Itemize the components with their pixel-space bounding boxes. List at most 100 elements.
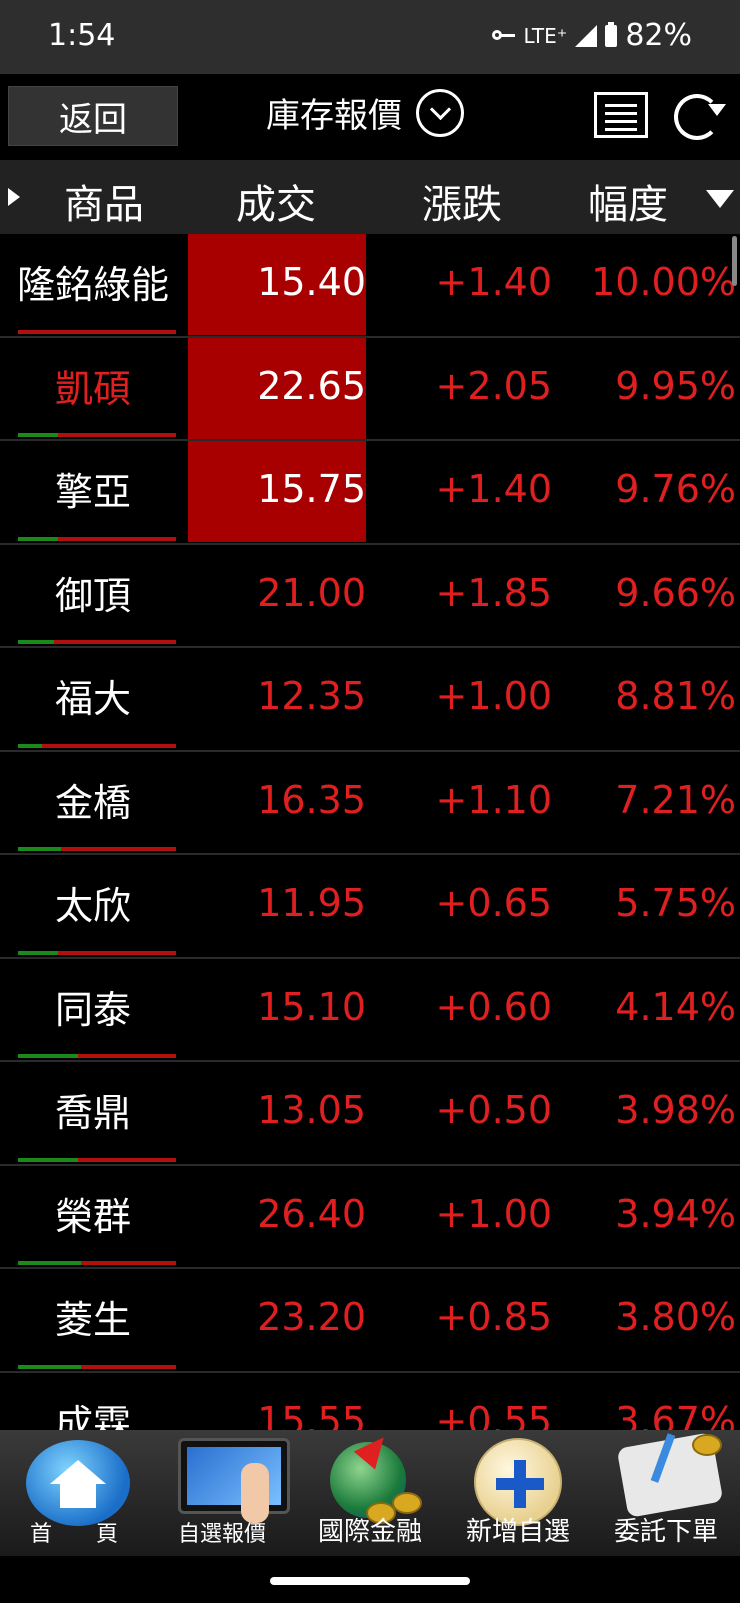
quote-row[interactable]: 福大 12.35 +1.00 8.81% (0, 648, 740, 752)
expand-arrow-icon[interactable] (8, 188, 20, 206)
battery-icon (605, 21, 618, 47)
stock-percent: 9.95% (615, 363, 736, 408)
quote-row[interactable]: 太欣 11.95 +0.65 5.75% (0, 855, 740, 959)
column-header: 商品 成交 漲跌 幅度 (0, 160, 740, 234)
bid-ask-bar (18, 743, 176, 748)
nav-add-watchlist-label: 新增自選 (465, 1517, 570, 1547)
bid-ask-bar (18, 536, 176, 541)
stock-price: 15.40 (257, 260, 366, 304)
bid-ask-bar-green (18, 1261, 82, 1265)
quote-list: 隆銘綠能 15.40 +1.40 10.00% 凱碩 22.65 +2.05 9.95% 擎亞 1… (0, 234, 740, 1430)
nav-watchlist[interactable]: 自選報價 (148, 1430, 296, 1556)
bid-ask-bar-green (18, 536, 58, 541)
nav-add-watchlist[interactable]: 新增自選 (444, 1430, 592, 1556)
stock-name: 金橋 (54, 780, 131, 825)
stock-percent: 3.80% (615, 1295, 736, 1339)
stock-percent: 3.94% (615, 1191, 736, 1236)
quote-row[interactable]: 隆銘綠能 15.40 +1.40 10.00% (0, 234, 740, 338)
bid-ask-bar (18, 1157, 176, 1162)
stock-name: 成霖 (54, 1401, 131, 1431)
header-percent[interactable]: 幅度 (588, 172, 668, 230)
stock-name: 太欣 (54, 884, 131, 928)
stock-percent: 9.66% (615, 570, 736, 615)
coins-icon (692, 1434, 722, 1456)
header-price[interactable]: 成交 (236, 172, 316, 230)
nav-international-label: 國際金融 (317, 1517, 422, 1547)
bid-ask-bar (18, 847, 176, 851)
header-change[interactable]: 漲跌 (422, 172, 502, 230)
stock-price: 15.75 (257, 467, 366, 511)
back-button[interactable]: 返回 (8, 86, 178, 146)
quote-row[interactable]: 凱碩 22.65 +2.05 9.95% (0, 337, 740, 441)
quote-row[interactable]: 金橋 16.35 +1.10 7.21% (0, 752, 740, 855)
nav-home[interactable]: 首 頁 (0, 1430, 148, 1556)
stock-price: 15.10 (257, 984, 366, 1029)
status-time: 1:54 (48, 18, 116, 53)
stock-percent: 4.14% (615, 984, 736, 1029)
stock-change: +1.00 (435, 1191, 552, 1236)
stock-change: +1.40 (435, 260, 552, 304)
bid-ask-bar-green (18, 433, 58, 437)
stock-percent: 10.00% (591, 260, 736, 304)
stock-change: +0.55 (435, 1398, 552, 1431)
refresh-icon[interactable] (674, 94, 726, 140)
watchlist-tablet-icon (178, 1438, 290, 1523)
quote-row[interactable]: 喬鼎 13.05 +0.50 3.98% (0, 1062, 740, 1166)
quote-row[interactable]: 成霖 15.55 +0.55 3.67% (0, 1373, 740, 1431)
bid-ask-bar-green (18, 1364, 82, 1369)
stock-price: 26.40 (257, 1191, 366, 1236)
quote-row[interactable]: 御頂 21.00 +1.85 9.66% (0, 545, 740, 648)
stock-percent: 3.98% (615, 1088, 736, 1132)
nav-order-label: 委託下單 (613, 1517, 718, 1547)
bid-ask-bar-green (18, 640, 55, 644)
bid-ask-bar (18, 329, 176, 334)
stock-percent: 5.75% (615, 881, 736, 925)
battery-level: 82% (625, 18, 692, 53)
bid-ask-bar-green (18, 950, 58, 955)
stock-percent: 8.81% (615, 674, 736, 718)
chevron-down-icon (416, 88, 464, 137)
vpn-key-icon (491, 29, 516, 43)
header-product[interactable]: 商品 (64, 172, 144, 230)
quote-row[interactable]: 榮群 26.40 +1.00 3.94% (0, 1166, 740, 1269)
stock-price: 22.65 (257, 363, 366, 408)
stock-name: 凱碩 (54, 366, 131, 411)
stock-price: 11.95 (257, 881, 366, 925)
signal-icon (575, 24, 598, 47)
stock-change: +0.50 (435, 1088, 552, 1132)
bid-ask-bar (18, 1364, 176, 1369)
page-title: 庫存報價 (266, 96, 402, 136)
title-dropdown[interactable]: 庫存報價 (266, 88, 464, 137)
bid-ask-bar-green (18, 847, 61, 851)
stock-price: 13.05 (257, 1088, 366, 1132)
title-bar: 返回 庫存報價 (0, 74, 740, 160)
gesture-bar[interactable] (270, 1577, 470, 1585)
scrollbar[interactable] (732, 236, 737, 286)
quote-row[interactable]: 擎亞 15.75 +1.40 9.76% (0, 441, 740, 545)
stock-change: +0.65 (435, 881, 552, 925)
stock-price: 12.35 (257, 674, 366, 718)
quote-row[interactable]: 同泰 15.10 +0.60 4.14% (0, 959, 740, 1062)
home-icon (26, 1440, 130, 1526)
stock-name: 榮群 (54, 1194, 131, 1239)
stock-change: +2.05 (435, 363, 552, 408)
stock-percent: 7.21% (615, 777, 736, 822)
stock-change: +1.85 (435, 570, 552, 615)
stock-name: 同泰 (54, 987, 131, 1032)
nav-watchlist-label: 自選報價 (177, 1522, 266, 1547)
stock-name: 喬鼎 (54, 1091, 131, 1135)
list-menu-icon[interactable] (594, 92, 648, 138)
sort-down-icon[interactable] (706, 190, 734, 208)
stock-name: 福大 (54, 677, 131, 721)
status-icons: LTE⁺ 82% (491, 18, 692, 53)
nav-international[interactable]: 國際金融 (296, 1428, 444, 1556)
nav-order[interactable]: 委託下單 (592, 1430, 740, 1556)
stock-name: 菱生 (54, 1298, 131, 1342)
bid-ask-bar-green (18, 743, 42, 748)
quote-row[interactable]: 菱生 23.20 +0.85 3.80% (0, 1269, 740, 1373)
bid-ask-bar-green (18, 1054, 79, 1058)
status-bar: 1:54 LTE⁺ 82% (0, 0, 740, 74)
bid-ask-bar (18, 1054, 176, 1058)
bid-ask-bar (18, 640, 176, 644)
stock-percent: 9.76% (615, 467, 736, 511)
